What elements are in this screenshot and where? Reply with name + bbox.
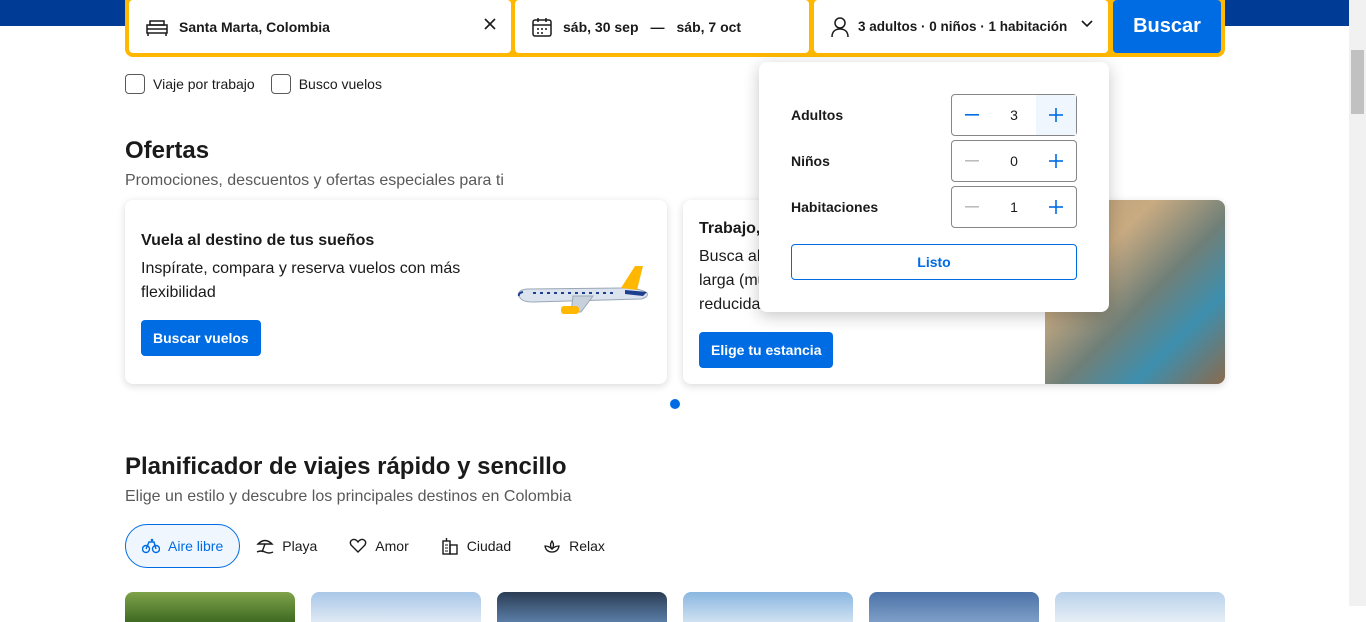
destination-value: Santa Marta, Colombia xyxy=(179,18,330,35)
planner-tabs: Aire libre Playa Amor Ciudad Relax xyxy=(125,524,621,568)
checkbox-box[interactable] xyxy=(270,74,291,94)
offers-title: Ofertas xyxy=(125,137,210,164)
adults-label: Adultos xyxy=(791,107,844,123)
rooms-stepper: 1 xyxy=(951,186,1077,228)
offer-card-title: Trabajo, xyxy=(699,220,761,237)
destination-card-image[interactable] xyxy=(311,592,481,622)
airplane-icon xyxy=(513,260,653,324)
destination-card-image[interactable] xyxy=(869,592,1039,622)
tab-label: Aire libre xyxy=(168,538,224,554)
beach-icon xyxy=(256,538,274,554)
date-separator: — xyxy=(650,18,665,35)
bed-icon xyxy=(145,17,169,37)
rooms-label: Habitaciones xyxy=(791,199,879,215)
occupancy-row-rooms: Habitaciones 1 xyxy=(791,186,1077,228)
destination-thumbnails xyxy=(125,592,1225,622)
offers-subtitle: Promociones, descuentos y ofertas especi… xyxy=(125,172,504,189)
offer-card-flights: Vuela al destino de tus sueños Inspírate… xyxy=(125,200,667,384)
work-trip-checkbox[interactable]: Viaje por trabajo xyxy=(125,74,255,94)
tab-aire-libre[interactable]: Aire libre xyxy=(125,524,241,568)
tab-label: Playa xyxy=(282,538,318,554)
tab-label: Relax xyxy=(569,538,605,554)
spa-icon xyxy=(543,538,561,554)
flights-checkbox[interactable]: Busco vuelos xyxy=(270,74,382,94)
offer-card-title: Vuela al destino de tus sueños xyxy=(141,232,375,249)
minus-icon[interactable] xyxy=(952,141,992,181)
occupancy-popover: Adultos 3 Niños 0 Habitaciones 1 Listo xyxy=(759,62,1109,312)
check-out-value: sáb, 7 oct xyxy=(676,18,742,35)
adults-value: 3 xyxy=(1010,107,1018,123)
flights-label: Busco vuelos xyxy=(298,76,382,92)
choose-stay-button[interactable]: Elige tu estancia xyxy=(699,332,834,368)
search-bar: Santa Marta, Colombia sáb, 30 sep — sáb,… xyxy=(125,0,1225,57)
plus-icon[interactable] xyxy=(1036,141,1076,181)
destination-field[interactable]: Santa Marta, Colombia xyxy=(129,0,511,53)
planner-title: Planificador de viajes rápido y sencillo xyxy=(125,453,567,480)
tab-relax[interactable]: Relax xyxy=(527,524,621,568)
bicycle-icon xyxy=(142,538,160,554)
adults-stepper: 3 xyxy=(951,94,1077,136)
calendar-icon xyxy=(531,16,553,38)
children-stepper: 0 xyxy=(951,140,1077,182)
minus-icon[interactable] xyxy=(952,95,992,135)
tab-ciudad[interactable]: Ciudad xyxy=(425,524,527,568)
heart-icon xyxy=(349,538,367,554)
work-trip-label: Viaje por trabajo xyxy=(153,76,255,92)
checkbox-box[interactable] xyxy=(125,74,145,94)
clear-icon[interactable] xyxy=(483,17,497,31)
person-icon xyxy=(830,16,850,38)
occupancy-field[interactable]: 3 adultos · 0 niños · 1 habitación xyxy=(814,0,1108,53)
city-icon xyxy=(441,537,459,555)
search-filters: Viaje por trabajo Busco vuelos xyxy=(125,74,382,94)
destination-card-image[interactable] xyxy=(497,592,667,622)
tab-label: Amor xyxy=(375,538,409,554)
occupancy-value: 3 adultos · 0 niños · 1 habitación xyxy=(858,19,1068,34)
plus-icon[interactable] xyxy=(1036,187,1076,227)
done-button[interactable]: Listo xyxy=(791,244,1077,280)
search-button[interactable]: Buscar xyxy=(1113,0,1221,53)
scrollbar[interactable] xyxy=(1349,0,1366,606)
children-value: 0 xyxy=(1010,153,1018,169)
destination-card-image[interactable] xyxy=(125,592,295,622)
chevron-down-icon xyxy=(1080,19,1094,29)
tab-playa[interactable]: Playa xyxy=(240,524,333,568)
offer-card-body-line: reducida xyxy=(699,296,761,313)
plus-icon[interactable] xyxy=(1036,95,1076,135)
search-flights-button[interactable]: Buscar vuelos xyxy=(141,320,261,356)
occupancy-row-children: Niños 0 xyxy=(791,140,1077,182)
destination-card-image[interactable] xyxy=(683,592,853,622)
offer-card-body-line: larga (mu xyxy=(699,272,767,289)
children-label: Niños xyxy=(791,153,830,169)
planner-subtitle: Elige un estilo y descubre los principal… xyxy=(125,488,572,505)
minus-icon[interactable] xyxy=(952,187,992,227)
tab-amor[interactable]: Amor xyxy=(333,524,424,568)
destination-card-image[interactable] xyxy=(1055,592,1225,622)
rooms-value: 1 xyxy=(1010,199,1018,215)
occupancy-row-adults: Adultos 3 xyxy=(791,94,1077,136)
offer-card-body-line: Inspírate, compara y reserva vuelos con … xyxy=(141,260,461,277)
carousel-dot[interactable] xyxy=(670,399,680,409)
check-in-value: sáb, 30 sep xyxy=(563,18,639,35)
dates-field[interactable]: sáb, 30 sep — sáb, 7 oct xyxy=(515,0,809,53)
offer-card-body-line: flexibilidad xyxy=(141,284,216,301)
scrollbar-thumb[interactable] xyxy=(1351,50,1364,114)
tab-label: Ciudad xyxy=(466,538,512,554)
